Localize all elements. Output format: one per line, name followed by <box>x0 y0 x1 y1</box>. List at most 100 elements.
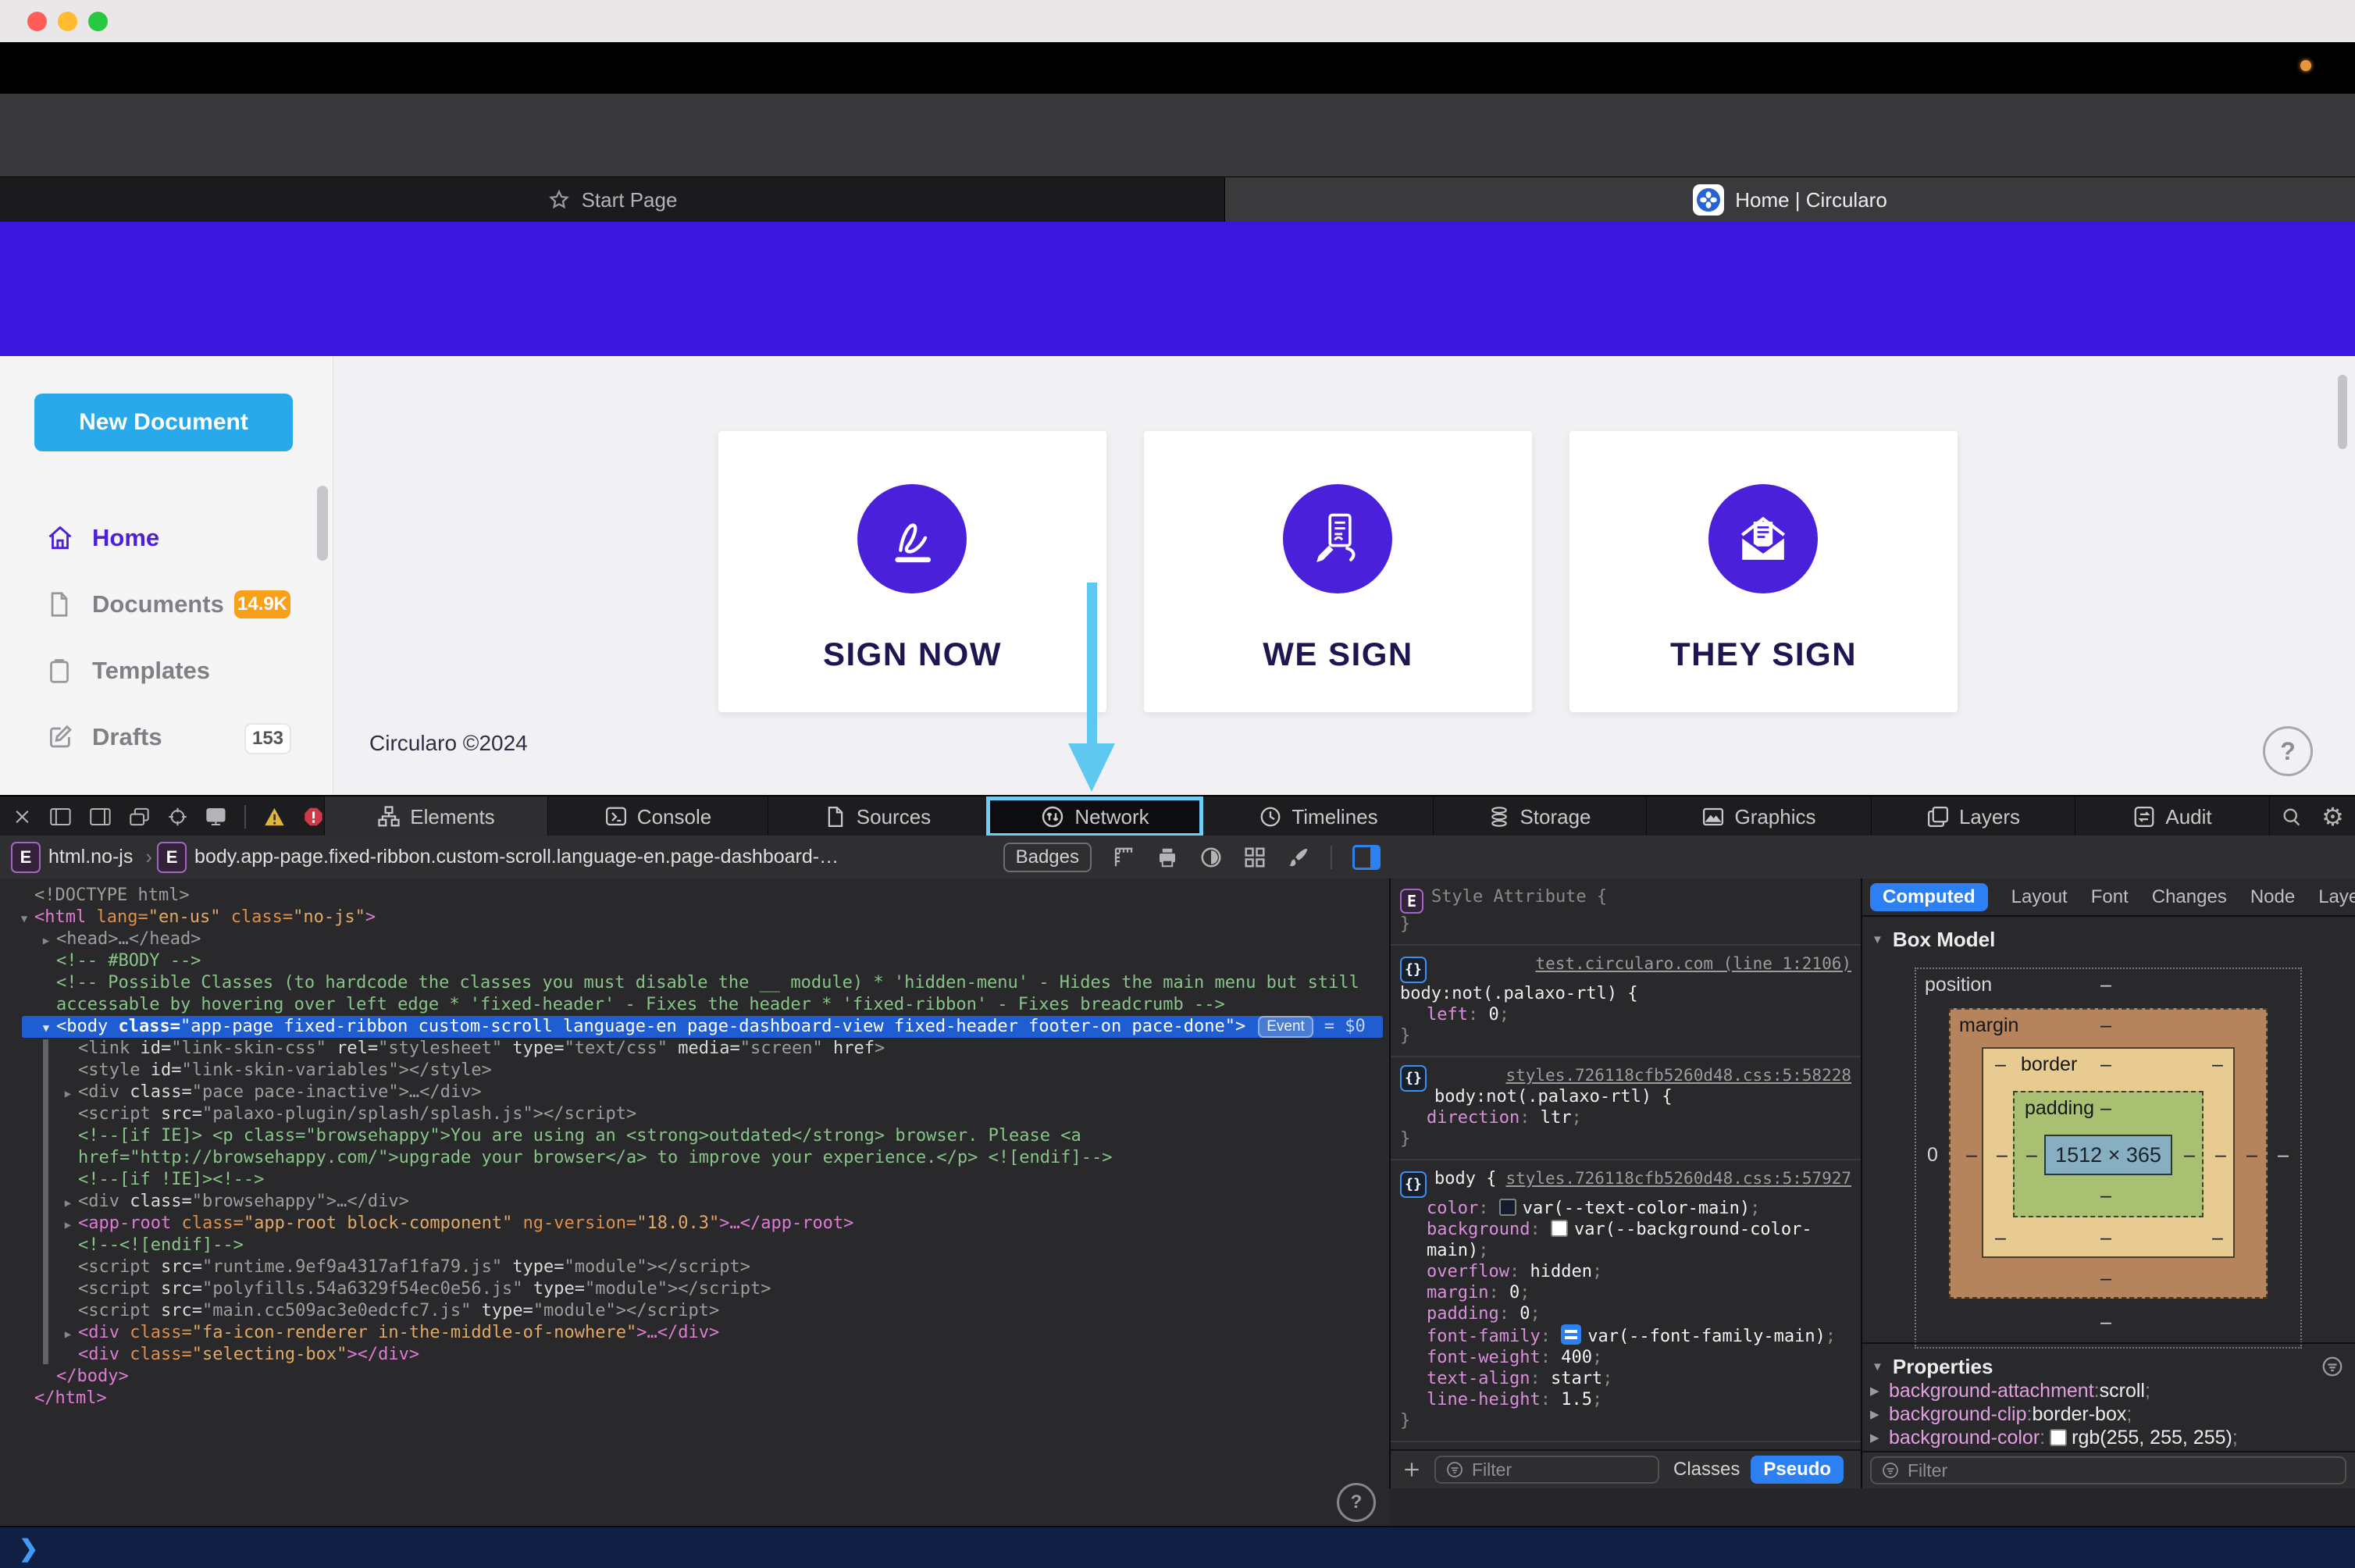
css-property[interactable]: padding: 0; <box>1400 1303 1851 1324</box>
disclosure-triangle-icon[interactable]: ▼ <box>36 1017 56 1039</box>
code-line[interactable]: <!DOCTYPE html> <box>0 885 1389 907</box>
code-line[interactable]: <!-- Possible Classes (to hardcode the c… <box>0 972 1389 994</box>
stylesheet-link[interactable]: styles.726118cfb5260d48.css:5:58228 <box>1505 1066 1851 1085</box>
devtools-tab-console[interactable]: Console <box>547 796 768 837</box>
color-swatch-icon[interactable] <box>1499 1199 1516 1216</box>
minimize-window-button[interactable] <box>58 12 77 31</box>
undock-icon[interactable] <box>129 807 150 827</box>
sidebar-item-templates[interactable]: Templates <box>0 647 332 695</box>
inspect-element-icon[interactable] <box>167 806 188 828</box>
elements-code-panel[interactable]: <!DOCTYPE html>▼<html lang="en-us" class… <box>0 878 1389 1526</box>
box-model-value[interactable]: – <box>2100 1014 2111 1037</box>
computed-tab-layers[interactable]: Layers <box>2318 886 2355 908</box>
box-model-value[interactable]: – <box>2100 1053 2111 1076</box>
code-line[interactable]: <!-- #BODY --> <box>0 950 1389 972</box>
disclosure-triangle-icon[interactable]: ▶ <box>36 930 56 952</box>
css-property[interactable]: text-align: start; <box>1400 1368 1851 1389</box>
sidebar-scrollbar[interactable] <box>317 486 328 561</box>
code-line[interactable]: <!--[if !IE]><!--> <box>0 1169 1389 1191</box>
devtools-tab-elements[interactable]: Elements <box>324 796 547 837</box>
device-icon[interactable] <box>205 806 227 828</box>
css-rule[interactable]: styles.726118cfb5260d48.css:5:57927{}bod… <box>1391 1160 1861 1442</box>
color-swatch-icon[interactable] <box>1551 1220 1568 1237</box>
classes-toggle[interactable]: Classes <box>1673 1459 1740 1481</box>
css-property[interactable]: left: 0; <box>1400 1004 1851 1025</box>
box-model-value[interactable]: – <box>2184 1144 2195 1167</box>
code-line[interactable]: ▼<html lang="en-us" class="no-js"> <box>0 907 1389 928</box>
css-property[interactable]: font-family: var(--font-family-main); <box>1400 1324 1851 1347</box>
ruler-icon[interactable] <box>1112 846 1135 869</box>
code-line[interactable]: <style id="link-skin-variables"></style> <box>0 1060 1389 1082</box>
box-model-value[interactable]: – <box>1995 1053 2006 1076</box>
add-rule-icon[interactable] <box>1402 1459 1422 1480</box>
box-content-size[interactable]: 1512 × 365 <box>2044 1135 2172 1175</box>
css-rule[interactable]: {}styles.726118cfb5260d48.css:5:58228bod… <box>1391 1057 1861 1160</box>
code-line[interactable]: ▶<div class="fa-icon-renderer in-the-mid… <box>0 1322 1389 1344</box>
box-model-value[interactable]: – <box>2100 1267 2111 1290</box>
styles-sidebar-panel[interactable]: EStyle Attribute {} test.circularo.com (l… <box>1389 878 1861 1488</box>
code-line[interactable]: <!--[if IE]> <p class="browsehappy">You … <box>0 1125 1389 1147</box>
gear-icon[interactable]: ⚙ <box>2321 802 2344 832</box>
dock-side-icon[interactable] <box>49 807 72 827</box>
box-model-value[interactable]: – <box>2212 1227 2223 1249</box>
devtools-tab-storage[interactable]: Storage <box>1433 796 1646 837</box>
code-line[interactable]: <div class="selecting-box"></div> <box>0 1344 1389 1366</box>
box-model-value[interactable]: – <box>2246 1144 2257 1167</box>
help-button[interactable]: ? <box>2263 726 2313 776</box>
css-property[interactable]: line-height: 1.5; <box>1400 1389 1851 1410</box>
code-line[interactable]: <!--<![endif]--> <box>0 1235 1389 1256</box>
disclosure-triangle-icon[interactable]: ▶ <box>1870 1384 1889 1398</box>
computed-tab-changes[interactable]: Changes <box>2152 886 2227 908</box>
close-icon[interactable] <box>12 807 32 827</box>
box-model-value[interactable]: – <box>2215 1144 2226 1167</box>
box-model-value[interactable]: – <box>1966 1144 1977 1167</box>
help-icon[interactable]: ? <box>1337 1483 1376 1522</box>
page-scrollbar[interactable] <box>2338 375 2347 449</box>
devtools-tab-sources[interactable]: Sources <box>768 796 986 837</box>
code-line[interactable]: <script src="palaxo-plugin/splash/splash… <box>0 1103 1389 1125</box>
card-they-sign[interactable]: THEY SIGN <box>1569 431 1958 712</box>
code-line[interactable]: ▼<body class="app-page fixed-ribbon cust… <box>22 1016 1383 1038</box>
box-model-value[interactable]: – <box>2100 1185 2111 1207</box>
search-icon[interactable] <box>2281 806 2303 828</box>
box-model-value[interactable]: – <box>2100 1311 2111 1334</box>
box-model-value[interactable]: – <box>2212 1053 2223 1076</box>
error-icon[interactable] <box>303 806 324 828</box>
box-model-value[interactable]: – <box>2100 1097 2111 1120</box>
sidebar-item-home[interactable]: Home <box>0 514 332 562</box>
disclosure-triangle-icon[interactable]: ▶ <box>58 1324 78 1345</box>
toggle-sidebar-panel-icon[interactable] <box>1352 845 1381 870</box>
box-model-value[interactable]: – <box>2100 1227 2111 1249</box>
computed-tab-node[interactable]: Node <box>2250 886 2295 908</box>
close-window-button[interactable] <box>27 12 47 31</box>
style-attribute-section[interactable]: EStyle Attribute {} <box>1391 878 1861 946</box>
card-sign-now[interactable]: SIGN NOW <box>718 431 1106 712</box>
devtools-tab-network[interactable]: Network <box>986 796 1203 837</box>
devtools-tab-graphics[interactable]: Graphics <box>1646 796 1871 837</box>
box-model-value[interactable]: – <box>1995 1227 2006 1249</box>
zoom-window-button[interactable] <box>88 12 108 31</box>
computed-property-row[interactable]: ▶background-clip: border-box; <box>1862 1402 2355 1426</box>
box-model-value[interactable]: – <box>2278 1144 2289 1167</box>
disclosure-triangle-icon[interactable]: ▶ <box>1870 1431 1889 1445</box>
stylesheet-link[interactable]: test.circularo.com (line 1:2106) <box>1535 953 1851 975</box>
css-property[interactable]: color: var(--text-color-main); <box>1400 1198 1851 1219</box>
box-model-value[interactable]: – <box>1997 1144 2008 1167</box>
computed-tab-computed[interactable]: Computed <box>1870 883 1988 911</box>
disclosure-triangle-icon[interactable]: ▼ <box>14 908 34 930</box>
properties-section-header[interactable]: ▼ Properties <box>1862 1342 2355 1379</box>
code-line[interactable]: href="http://browsehappy.com/">upgrade y… <box>0 1147 1389 1169</box>
css-property[interactable]: background: var(--background-color-main)… <box>1400 1219 1851 1261</box>
pseudo-toggle[interactable]: Pseudo <box>1751 1456 1844 1484</box>
new-document-button[interactable]: New Document <box>34 394 293 451</box>
computed-tab-font[interactable]: Font <box>2091 886 2129 908</box>
breadcrumb-item[interactable]: body.app-page.fixed-ribbon.custom-scroll… <box>194 846 839 868</box>
devtools-tab-layers[interactable]: Layers <box>1871 796 2075 837</box>
code-line[interactable]: </body> <box>0 1366 1389 1388</box>
disclosure-triangle-icon[interactable]: ▼ <box>1872 1360 1883 1374</box>
properties-filter-icon[interactable] <box>2321 1355 2344 1378</box>
grid-overlay-icon[interactable] <box>1243 846 1267 869</box>
warning-icon[interactable] <box>263 806 286 828</box>
disclosure-triangle-icon[interactable]: ▶ <box>58 1214 78 1236</box>
contrast-icon[interactable] <box>1199 846 1223 869</box>
